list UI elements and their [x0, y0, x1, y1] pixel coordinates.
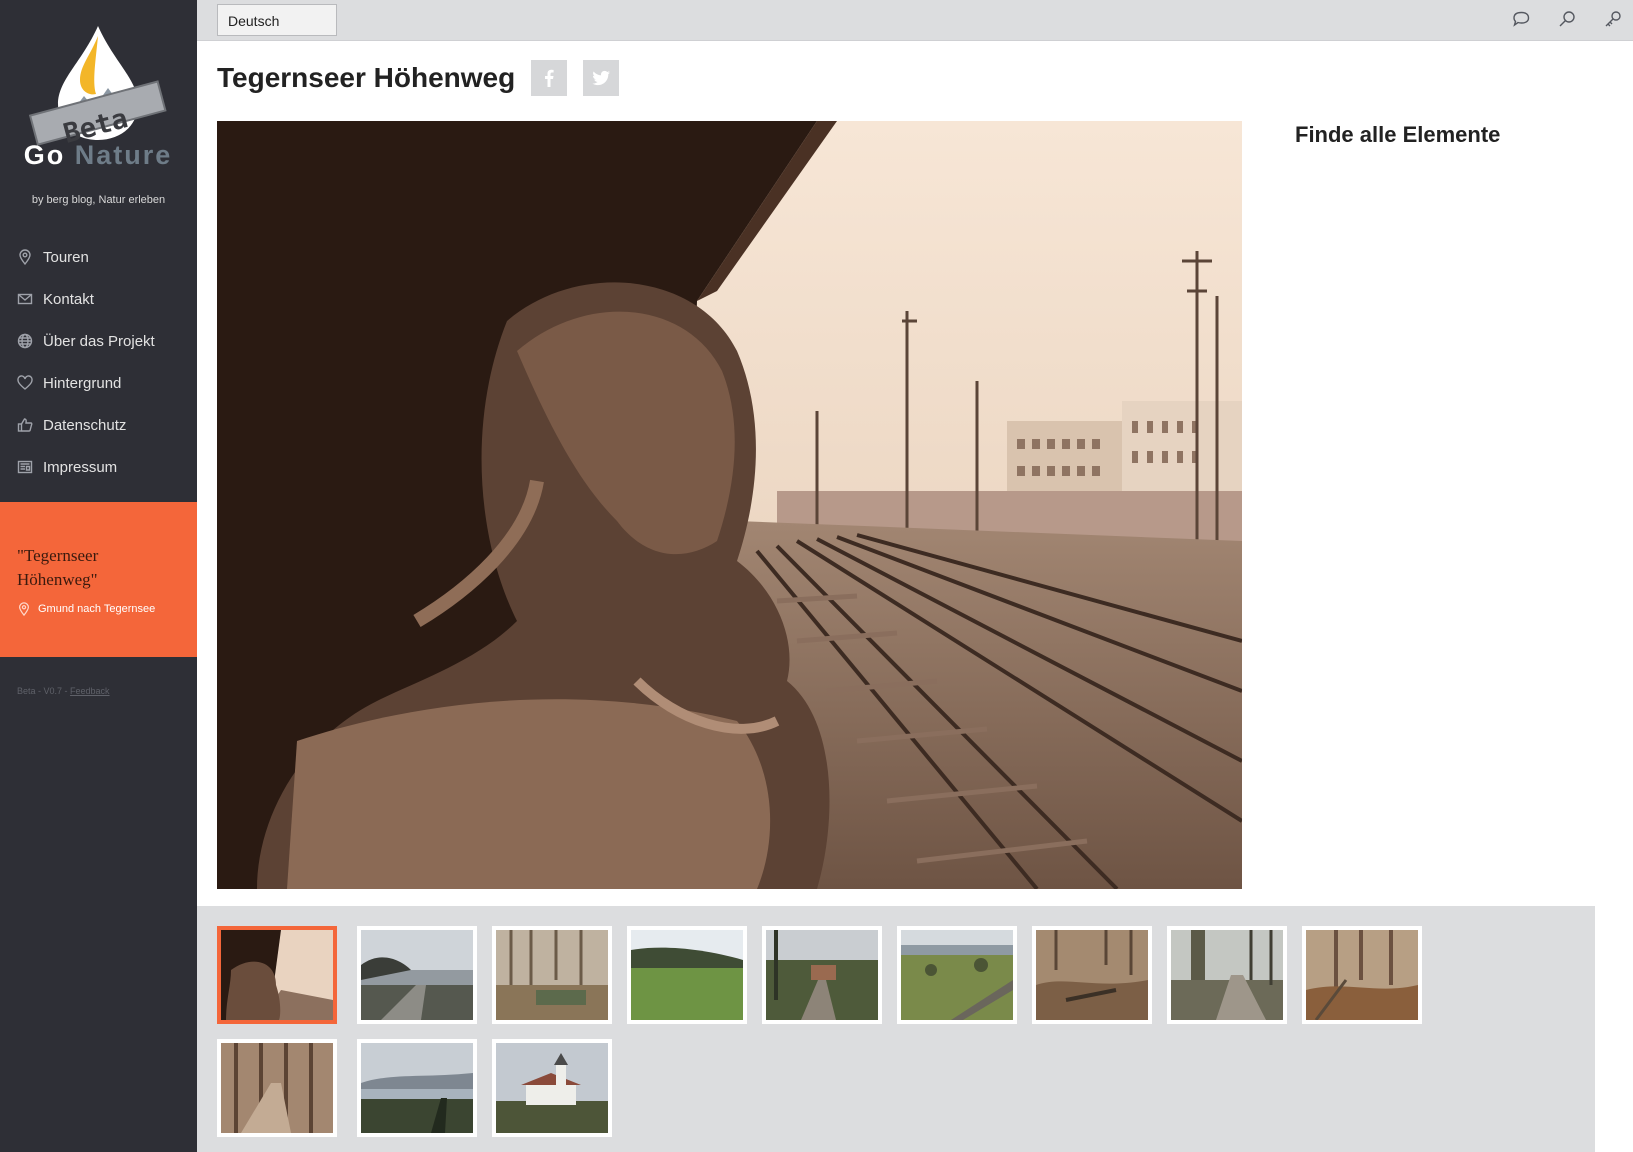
- page-title: Tegernseer Höhenweg: [217, 62, 516, 93]
- thumbnail-image: [496, 930, 608, 1020]
- newspaper-icon: [17, 460, 33, 474]
- thumbnail-image: [221, 1043, 333, 1133]
- gallery-thumbnail[interactable]: [492, 1039, 612, 1137]
- facebook-icon: [545, 69, 554, 87]
- facebook-share-button[interactable]: [531, 60, 568, 96]
- title-row: Tegernseer Höhenweg: [217, 60, 635, 96]
- gallery-thumbnail[interactable]: [217, 926, 337, 1024]
- nav-label: Hintergrund: [43, 374, 122, 392]
- speech-bubble-icon[interactable]: [1511, 9, 1531, 29]
- nav-item-touren[interactable]: Touren: [0, 236, 197, 278]
- thumbnail-image: [361, 1043, 473, 1133]
- nav-item-impressum[interactable]: Impressum: [0, 446, 197, 488]
- hero-photo[interactable]: [217, 121, 1244, 891]
- map-pin-icon: [19, 249, 31, 265]
- search-icon[interactable]: [1557, 9, 1577, 29]
- twitter-icon: [592, 70, 611, 86]
- thumbnail-image: [221, 930, 333, 1020]
- feedback-link[interactable]: Feedback: [70, 686, 110, 696]
- heart-icon: [17, 375, 33, 390]
- nav-item-ueber-das-projekt[interactable]: Über das Projekt: [0, 320, 197, 362]
- envelope-icon: [17, 293, 33, 305]
- tour-location-text: Gmund nach Tegernsee: [38, 603, 156, 615]
- nav-item-datenschutz[interactable]: Datenschutz: [0, 404, 197, 446]
- top-bar: Deutsch: [197, 0, 1633, 41]
- gallery-thumbnail[interactable]: [357, 1039, 477, 1137]
- tagline: by berg blog, Natur erleben: [31, 194, 166, 206]
- logo-text-nature: Nature: [74, 140, 173, 170]
- thumbnail-image: [901, 930, 1013, 1020]
- logo-text-go: Go: [23, 140, 66, 170]
- gallery-thumbnail[interactable]: [357, 926, 477, 1024]
- thumbnail-image: [496, 1043, 608, 1133]
- nav-label: Kontakt: [43, 290, 94, 308]
- gallery-thumbnail[interactable]: [492, 926, 612, 1024]
- nav-item-hintergrund[interactable]: Hintergrund: [0, 362, 197, 404]
- gallery-thumbnail[interactable]: [217, 1039, 337, 1137]
- thumbnail-image: [361, 930, 473, 1020]
- current-tour-panel[interactable]: "Tegernseer Höhenweg" Gmund nach Tegerns…: [0, 502, 197, 657]
- version-text: Beta - V0.7 -: [17, 686, 71, 696]
- nav-label: Datenschutz: [43, 416, 127, 434]
- hero-image: [217, 121, 1244, 891]
- site-logo[interactable]: Beta Go Nature: [22, 22, 174, 182]
- gallery-thumbnail[interactable]: [627, 926, 747, 1024]
- thumbs-up-icon: [17, 418, 33, 432]
- top-icons: [1511, 9, 1623, 29]
- map-pin-icon: [19, 602, 29, 616]
- tour-title: "Tegernseer Höhenweg": [17, 546, 99, 589]
- thumbnail-image: [1306, 930, 1418, 1020]
- gallery-thumbnail[interactable]: [1032, 926, 1152, 1024]
- globe-icon: [17, 333, 33, 349]
- thumbnail-image: [766, 930, 878, 1020]
- nav-label: Über das Projekt: [43, 332, 155, 350]
- tour-location: Gmund nach Tegernsee: [17, 602, 180, 616]
- key-icon[interactable]: [1603, 9, 1623, 29]
- nav-label: Touren: [43, 248, 89, 266]
- photo-gallery: [197, 906, 1595, 1152]
- nav-item-kontakt[interactable]: Kontakt: [0, 278, 197, 320]
- language-select[interactable]: Deutsch: [217, 4, 337, 36]
- gallery-thumbnail[interactable]: [897, 926, 1017, 1024]
- thumbnail-image: [1171, 930, 1283, 1020]
- sidebar: Beta Go Nature by berg blog, Natur erleb…: [0, 0, 197, 1152]
- side-title: Finde alle Elemente: [1295, 122, 1501, 147]
- thumbnail-image: [1036, 930, 1148, 1020]
- gallery-thumbnail[interactable]: [1302, 926, 1422, 1024]
- gallery-thumbnail[interactable]: [762, 926, 882, 1024]
- twitter-share-button[interactable]: [583, 60, 620, 96]
- thumbnail-image: [631, 930, 743, 1020]
- version-info: Beta - V0.7 - Feedback: [17, 686, 110, 696]
- gallery-thumbnail[interactable]: [1167, 926, 1287, 1024]
- main-nav: Touren Kontakt Über das Projekt Hintergr…: [0, 236, 197, 488]
- nav-label: Impressum: [43, 458, 118, 476]
